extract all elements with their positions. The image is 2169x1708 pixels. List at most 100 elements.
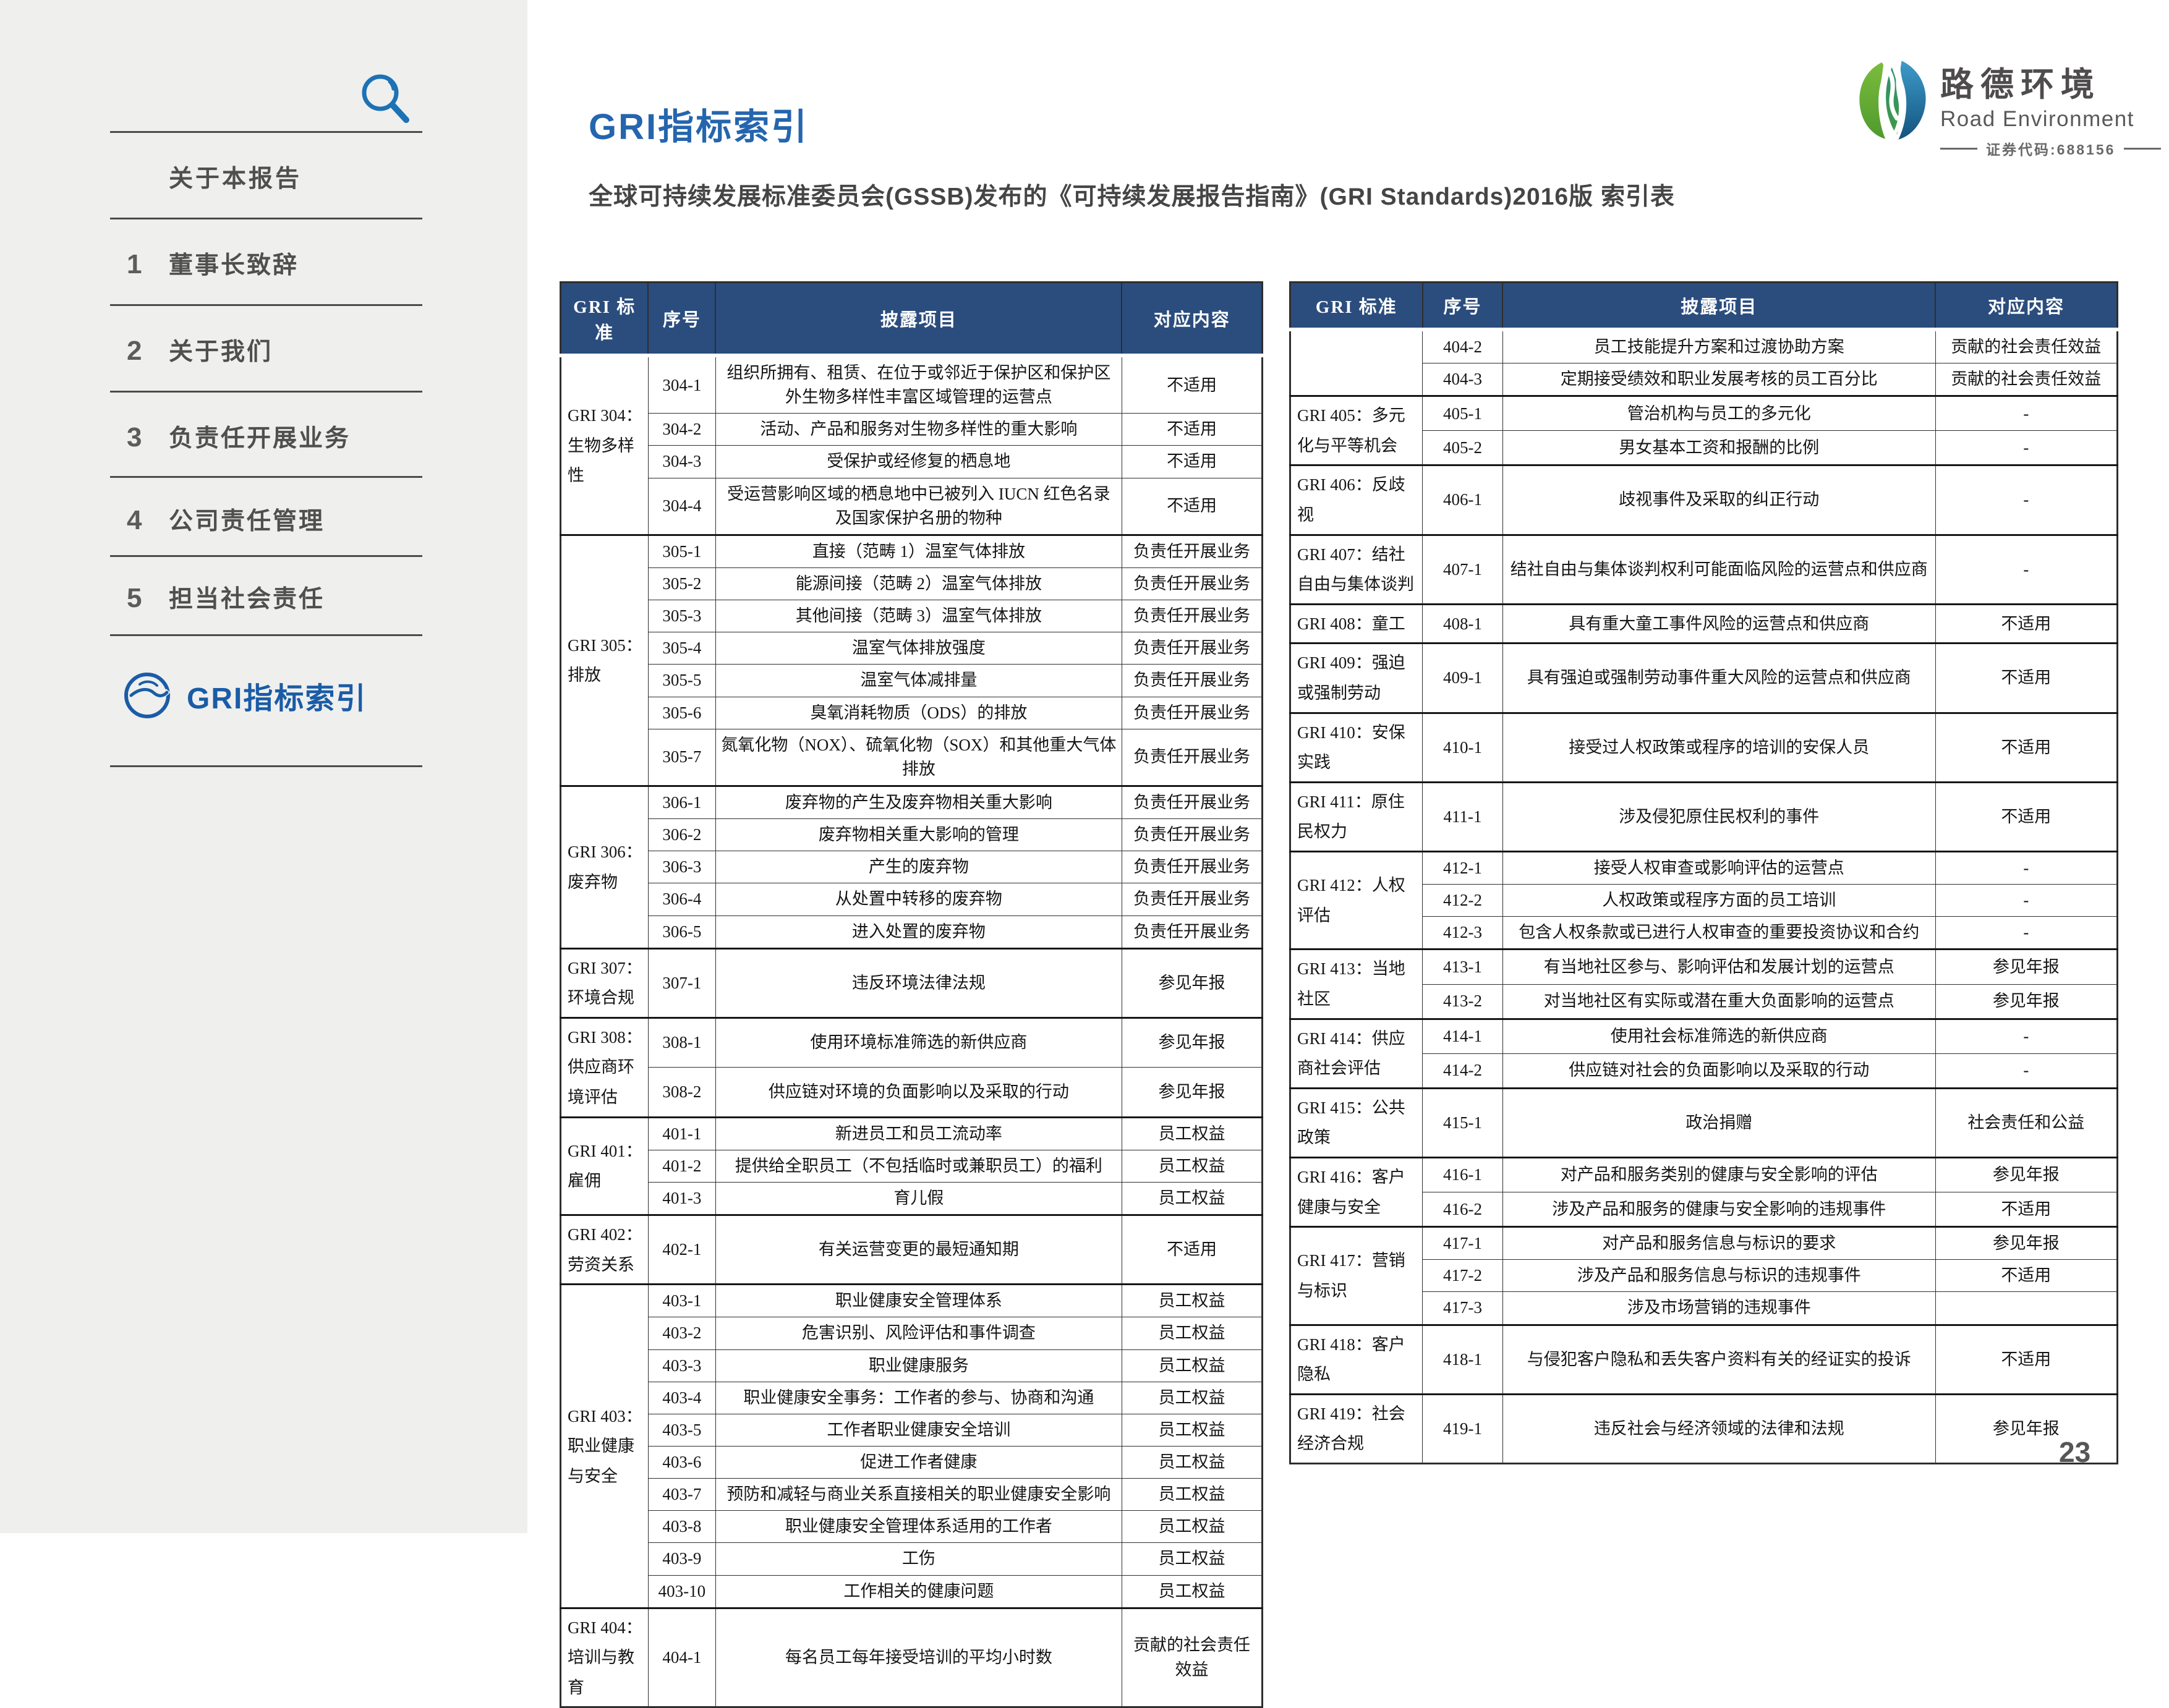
sidebar-item-chairman-message[interactable]: 1 董事长致辞 xyxy=(127,246,422,281)
row-id-cell: 403-5 xyxy=(648,1414,715,1446)
disclosure-cell: 温室气体减排量 xyxy=(715,665,1122,697)
gri-standard-cell: GRI 415：公共政策 xyxy=(1290,1088,1423,1157)
mapping-cell: 负责任开展业务 xyxy=(1122,851,1262,883)
gri-swirl-icon xyxy=(121,669,173,721)
table-row: 305-3其他间接（范畴 3）温室气体排放负责任开展业务 xyxy=(561,600,1263,632)
sidebar-item-social-responsibility[interactable]: 5 担当社会责任 xyxy=(127,580,422,614)
sidebar-divider xyxy=(110,131,422,133)
disclosure-cell: 具有强迫或强制劳动事件重大风险的运营点和供应商 xyxy=(1502,644,1935,713)
mapping-cell: 负责任开展业务 xyxy=(1122,786,1262,818)
search-icon[interactable] xyxy=(356,69,414,128)
disclosure-cell: 臭氧消耗物质（ODS）的排放 xyxy=(715,697,1122,729)
gri-standard-cell: GRI 404：培训与教育 xyxy=(561,1608,649,1707)
sidebar-divider xyxy=(110,476,422,478)
mapping-cell xyxy=(1935,1292,2117,1325)
table-row: 306-4从处置中转移的废弃物负责任开展业务 xyxy=(561,883,1263,916)
row-id-cell: 414-2 xyxy=(1423,1053,1503,1088)
table-row: 403-9工伤员工权益 xyxy=(561,1543,1263,1575)
sidebar-divider xyxy=(110,634,422,636)
disclosure-cell: 人权政策或程序方面的员工培训 xyxy=(1502,885,1935,917)
gri-standard-cell: GRI 418：客户隐私 xyxy=(1290,1325,1423,1394)
sidebar-item-number: 4 xyxy=(127,505,169,536)
disclosure-cell: 有关运营变更的最短通知期 xyxy=(715,1215,1122,1285)
table-row: GRI 401：雇佣401-1新进员工和员工流动率员工权益 xyxy=(561,1117,1263,1150)
mapping-cell: 不适用 xyxy=(1122,478,1262,535)
disclosure-cell: 育儿假 xyxy=(715,1182,1122,1215)
table-row: 305-2能源间接（范畴 2）温室气体排放负责任开展业务 xyxy=(561,567,1263,600)
row-id-cell: 404-3 xyxy=(1423,363,1503,396)
sidebar-item-gri-index[interactable]: GRI指标索引 xyxy=(121,669,367,721)
gri-index-table: GRI 标准序号披露项目对应内容404-2员工技能提升方案和过渡协助方案贡献的社… xyxy=(1289,281,2118,1464)
mapping-cell: 不适用 xyxy=(1122,355,1262,414)
table-row: 305-5温室气体减排量负责任开展业务 xyxy=(561,665,1263,697)
disclosure-cell: 对当地社区有实际或潜在重大负面影响的运营点 xyxy=(1502,984,1935,1019)
mapping-cell: 参见年报 xyxy=(1935,950,2117,984)
gri-standard-cell: GRI 304：生物多样性 xyxy=(561,355,649,535)
sidebar-item-about-report[interactable]: 关于本报告 xyxy=(169,159,302,194)
table-row: GRI 307：环境合规307-1违反环境法律法规参见年报 xyxy=(561,948,1263,1018)
mapping-cell: 员工权益 xyxy=(1122,1511,1262,1543)
table-row: GRI 304：生物多样性304-1组织所拥有、租赁、在位于或邻近于保护区和保护… xyxy=(561,355,1263,414)
disclosure-cell: 与侵犯客户隐私和丢失客户资料有关的经证实的投诉 xyxy=(1502,1325,1935,1394)
disclosure-cell: 提供给全职员工（不包括临时或兼职员工）的福利 xyxy=(715,1150,1122,1182)
disclosure-cell: 每名员工每年接受培训的平均小时数 xyxy=(715,1608,1122,1707)
disclosure-cell: 温室气体排放强度 xyxy=(715,632,1122,665)
disclosure-cell: 包含人权条款或已进行人权审查的重要投资协议和合约 xyxy=(1502,917,1935,950)
table-row: GRI 305：排放305-1直接（范畴 1）温室气体排放负责任开展业务 xyxy=(561,535,1263,567)
row-id-cell: 305-3 xyxy=(648,600,715,632)
row-id-cell: 403-8 xyxy=(648,1511,715,1543)
gri-standard-cell: GRI 401：雇佣 xyxy=(561,1117,649,1215)
disclosure-cell: 受运营影响区域的栖息地中已被列入 IUCN 红色名录及国家保护名册的物种 xyxy=(715,478,1122,535)
sidebar-item-about-us[interactable]: 2 关于我们 xyxy=(127,333,422,367)
row-id-cell: 401-1 xyxy=(648,1117,715,1150)
row-id-cell: 408-1 xyxy=(1423,604,1503,644)
mapping-cell: 不适用 xyxy=(1122,414,1262,446)
mapping-cell: 不适用 xyxy=(1935,713,2117,782)
sidebar-item-responsibility-management[interactable]: 4 公司责任管理 xyxy=(127,502,422,537)
sidebar-divider xyxy=(110,555,422,557)
table-row: GRI 404：培训与教育404-1每名员工每年接受培训的平均小时数贡献的社会责… xyxy=(561,1608,1263,1707)
mapping-cell: 社会责任和公益 xyxy=(1935,1088,2117,1157)
mapping-cell: 员工权益 xyxy=(1122,1414,1262,1446)
gri-standard-cell xyxy=(1290,329,1423,396)
sidebar-item-number: 1 xyxy=(127,249,169,280)
disclosure-cell: 政治捐赠 xyxy=(1502,1088,1935,1157)
table-row: GRI 405：多元化与平等机会405-1管治机构与员工的多元化- xyxy=(1290,396,2118,431)
disclosure-cell: 违反环境法律法规 xyxy=(715,948,1122,1018)
table-row: GRI 414：供应商社会评估414-1使用社会标准筛选的新供应商- xyxy=(1290,1019,2118,1053)
table-row: GRI 418：客户隐私418-1与侵犯客户隐私和丢失客户资料有关的经证实的投诉… xyxy=(1290,1325,2118,1394)
disclosure-cell: 使用环境标准筛选的新供应商 xyxy=(715,1018,1122,1067)
mapping-cell: 不适用 xyxy=(1935,1192,2117,1227)
disclosure-cell: 接受过人权政策或程序的培训的安保人员 xyxy=(1502,713,1935,782)
gri-standard-cell: GRI 417：营销与标识 xyxy=(1290,1227,1423,1325)
sidebar-item-number: 3 xyxy=(127,422,169,453)
table-row: 403-10工作相关的健康问题员工权益 xyxy=(561,1575,1263,1608)
disclosure-cell: 使用社会标准筛选的新供应商 xyxy=(1502,1019,1935,1053)
row-id-cell: 304-1 xyxy=(648,355,715,414)
disclosure-cell: 氮氧化物（NOX）、硫氧化物（SOX）和其他重大气体排放 xyxy=(715,729,1122,786)
row-id-cell: 415-1 xyxy=(1423,1088,1503,1157)
mapping-cell: 负责任开展业务 xyxy=(1122,883,1262,916)
mapping-cell: 参见年报 xyxy=(1122,1068,1262,1117)
table-row: 306-3产生的废弃物负责任开展业务 xyxy=(561,851,1263,883)
gri-standard-cell: GRI 419：社会经济合规 xyxy=(1290,1394,1423,1463)
row-id-cell: 306-2 xyxy=(648,819,715,851)
row-id-cell: 409-1 xyxy=(1423,644,1503,713)
row-id-cell: 411-1 xyxy=(1423,782,1503,851)
mapping-cell: - xyxy=(1935,1053,2117,1088)
page-subtitle: 全球可持续发展标准委员会(GSSB)发布的《可持续发展报告指南》(GRI Sta… xyxy=(589,177,1675,212)
row-id-cell: 306-4 xyxy=(648,883,715,916)
disclosure-cell: 废弃物的产生及废弃物相关重大影响 xyxy=(715,786,1122,818)
table-row: 305-7氮氧化物（NOX）、硫氧化物（SOX）和其他重大气体排放负责任开展业务 xyxy=(561,729,1263,786)
gri-standard-cell: GRI 410：安保实践 xyxy=(1290,713,1423,782)
disclosure-cell: 其他间接（范畴 3）温室气体排放 xyxy=(715,600,1122,632)
row-id-cell: 305-4 xyxy=(648,632,715,665)
row-id-cell: 401-2 xyxy=(648,1150,715,1182)
row-id-cell: 403-7 xyxy=(648,1479,715,1511)
table-row: 403-3职业健康服务员工权益 xyxy=(561,1349,1263,1382)
sidebar-item-responsible-business[interactable]: 3 负责任开展业务 xyxy=(127,419,422,454)
row-id-cell: 410-1 xyxy=(1423,713,1503,782)
disclosure-cell: 歧视事件及采取的纠正行动 xyxy=(1502,465,1935,535)
row-id-cell: 417-3 xyxy=(1423,1292,1503,1325)
column-header: 对应内容 xyxy=(1935,283,2117,330)
